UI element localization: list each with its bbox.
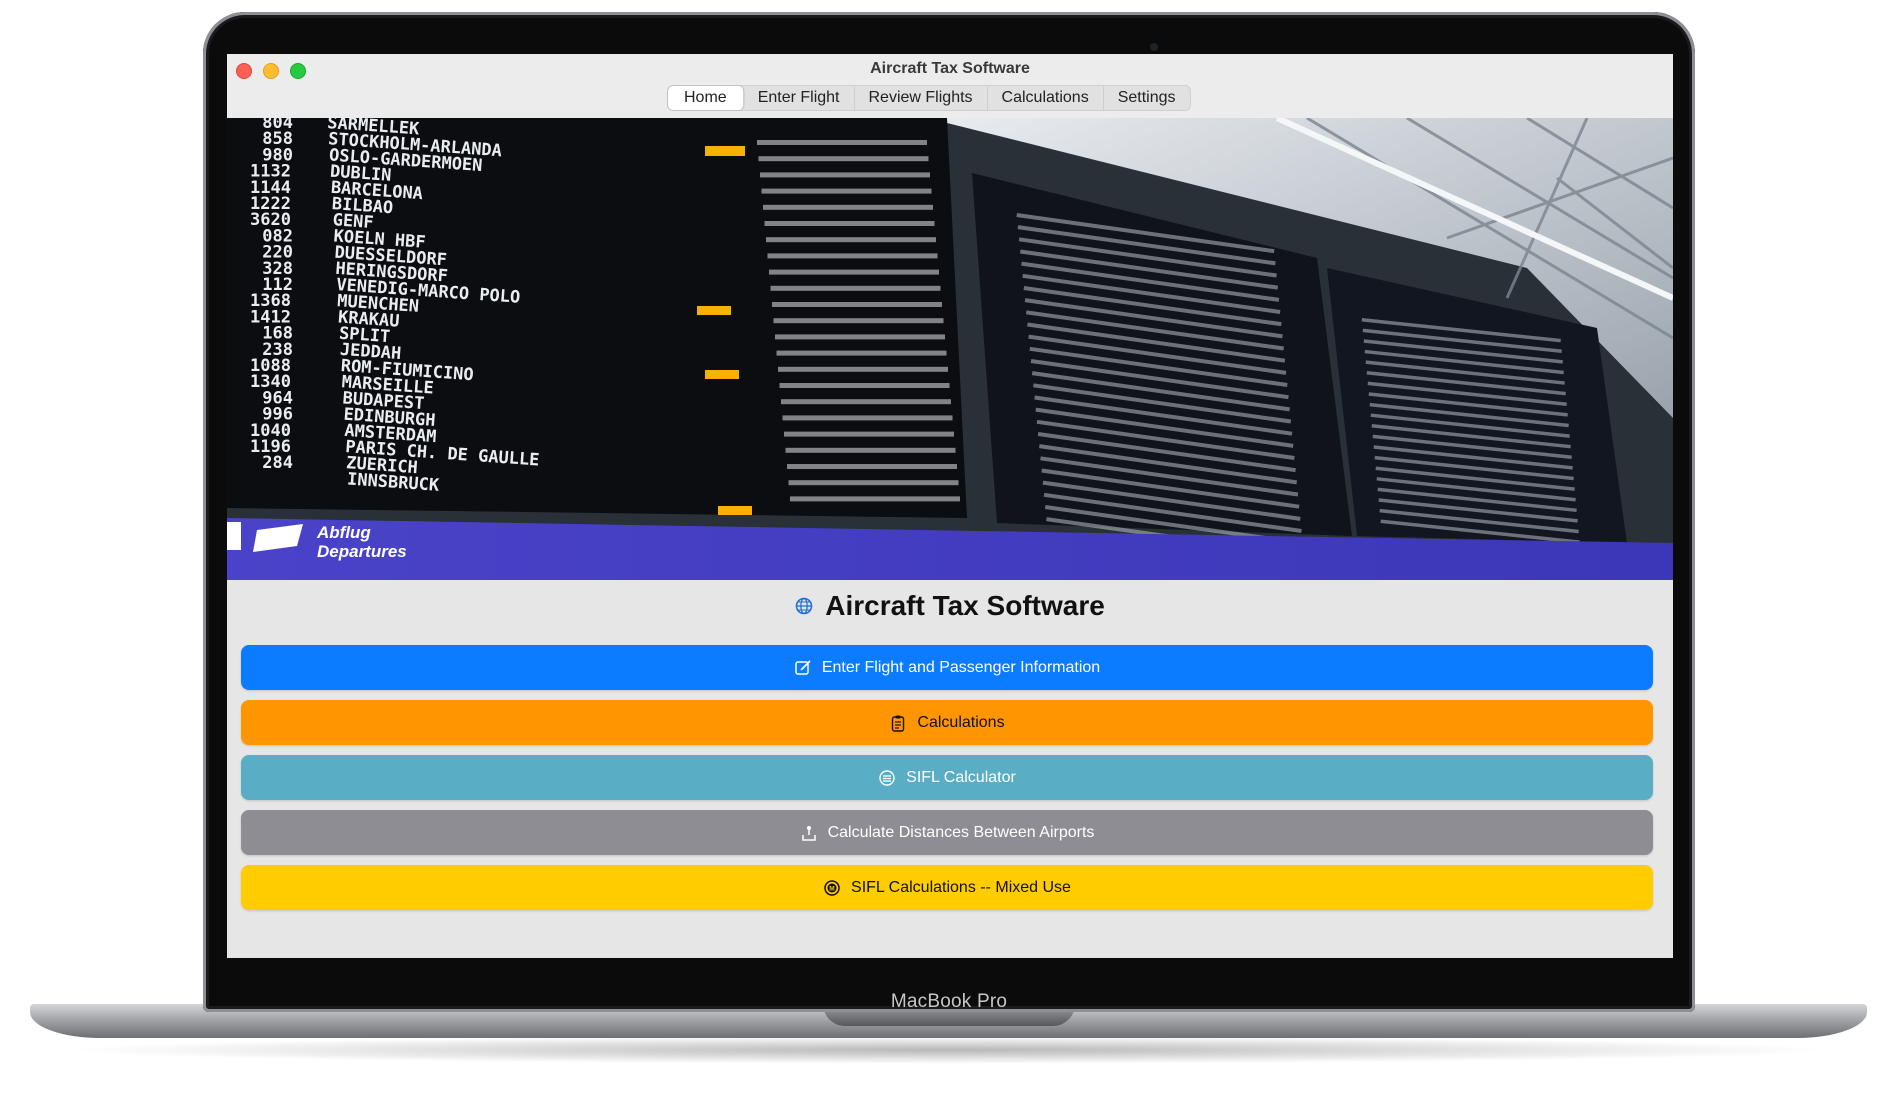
calculate-distances-button-label: Calculate Distances Between Airports — [827, 823, 1095, 841]
pin-tray-icon — [800, 824, 818, 842]
tab-review-flights[interactable]: Review Flights — [855, 86, 988, 110]
window-title: Aircraft Tax Software — [870, 60, 1030, 77]
camera-icon — [1150, 43, 1158, 51]
calculate-distances-button[interactable]: Calculate Distances Between Airports — [241, 810, 1653, 855]
laptop-shadow — [60, 1036, 1837, 1064]
page-heading-text: Aircraft Tax Software — [825, 590, 1105, 621]
board-text-line — [772, 302, 942, 307]
board-text-line — [769, 269, 939, 275]
enter-flight-button[interactable]: Enter Flight and Passenger Information — [241, 645, 1653, 690]
stack-circle-icon — [878, 769, 896, 787]
board-text-line — [785, 447, 956, 453]
device-brand: MacBook Pro — [890, 991, 1008, 1012]
board-text-line — [779, 383, 950, 388]
board-text-line — [778, 366, 948, 372]
app-window: Aircraft Tax Software Home Enter Flight … — [227, 54, 1673, 958]
tab-bar: Home Enter Flight Review Flights Calcula… — [667, 85, 1191, 111]
board-text-line — [757, 140, 927, 145]
board-text-line — [758, 156, 929, 162]
board-text-line — [767, 253, 938, 259]
board-text-line — [763, 204, 933, 210]
board-text-line — [784, 431, 954, 437]
board-text-line — [770, 285, 941, 291]
board-text-line — [773, 318, 944, 324]
square-pencil-icon — [794, 659, 812, 677]
board-text-line — [781, 399, 951, 405]
board-text-line — [787, 464, 957, 469]
sign-line-2: Departures — [317, 542, 407, 561]
board-flight-number: 284 — [262, 453, 293, 473]
calculations-button-label: Calculations — [917, 713, 1005, 731]
title-bar: Aircraft Tax Software Home Enter Flight … — [227, 54, 1673, 119]
sifl-calculator-button-label: SIFL Calculator — [906, 768, 1016, 786]
tab-enter-flight[interactable]: Enter Flight — [744, 86, 855, 110]
sifl-calculator-button[interactable]: SIFL Calculator — [241, 755, 1653, 800]
board-text-line — [764, 221, 935, 226]
svg-text:M: M — [829, 885, 834, 892]
board-text-line — [790, 496, 960, 502]
globe-icon — [795, 590, 813, 622]
sign-line-1: Abflug — [316, 523, 371, 542]
board-text-line — [760, 172, 930, 178]
board-text-line — [766, 237, 936, 243]
enter-flight-button-label: Enter Flight and Passenger Information — [821, 658, 1101, 676]
departure-board-illustration: Abflug Departures 804 SARMELLEK858 STOCKHO… — [227, 118, 1673, 580]
sifl-mixed-use-button-label: SIFL Calculations -- Mixed Use — [851, 878, 1071, 896]
board-text-line — [761, 188, 932, 194]
sifl-mixed-use-button[interactable]: M SIFL Calculations -- Mixed Use — [241, 865, 1653, 910]
board-text-line — [782, 415, 953, 421]
board-text-line — [788, 480, 959, 486]
tab-settings[interactable]: Settings — [1104, 86, 1190, 110]
tab-home[interactable]: Home — [668, 86, 744, 110]
calculations-button[interactable]: Calculations — [241, 700, 1653, 745]
board-text-line — [776, 350, 947, 356]
m-circle-icon: M — [823, 879, 841, 897]
info-sign-icon — [227, 522, 241, 550]
tab-calculations[interactable]: Calculations — [988, 86, 1104, 110]
page-heading: Aircraft Tax Software — [227, 590, 1673, 622]
departure-board-image: Abflug Departures 804 SARMELLEK 858 STOCKHO… — [227, 118, 1673, 580]
board-text-line — [775, 334, 945, 340]
clipboard-icon — [889, 714, 907, 732]
